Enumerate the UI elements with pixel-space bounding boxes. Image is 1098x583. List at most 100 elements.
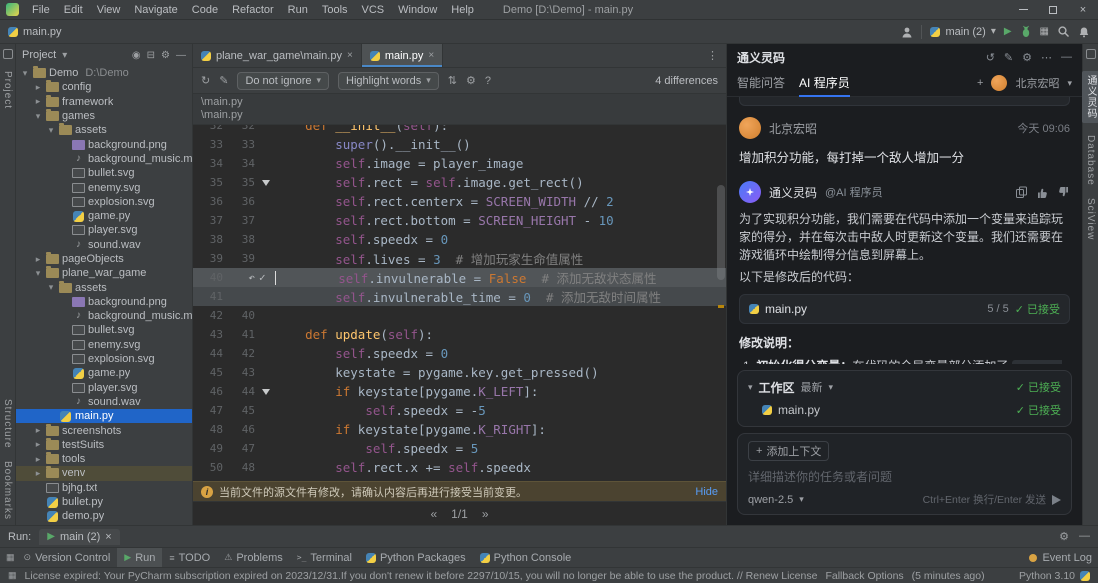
locate-file-icon[interactable]: ◉ xyxy=(132,50,141,61)
search-icon[interactable] xyxy=(1057,25,1070,38)
workspace-filter[interactable]: 最新 xyxy=(801,379,823,395)
edit-icon[interactable]: ✎ xyxy=(219,74,228,87)
help-icon[interactable]: ? xyxy=(485,75,491,87)
tree-item[interactable]: game.py xyxy=(16,209,192,223)
menu-item-view[interactable]: View xyxy=(90,0,128,20)
tree-item[interactable]: background.png xyxy=(16,295,192,309)
gear-icon[interactable]: ⚙ xyxy=(161,50,170,61)
tree-item[interactable]: bullet.svg xyxy=(16,166,192,180)
workspace-file-row[interactable]: main.py ✓已接受 xyxy=(748,401,1061,419)
tree-item[interactable]: demo.py xyxy=(16,509,192,523)
tree-item[interactable]: bullet.svg xyxy=(16,323,192,337)
chevron-right-icon[interactable]: ▸ xyxy=(33,468,43,479)
workspace-header[interactable]: ▾ 工作区 最新 ▾ ✓已接受 xyxy=(748,378,1061,396)
code-editor[interactable]: 3232 def __init__(self):3333 super().__i… xyxy=(193,125,726,481)
tree-item[interactable]: ▸screenshots xyxy=(16,423,192,437)
chevron-down-icon[interactable]: ▾ xyxy=(33,268,43,279)
fallback-options-link[interactable]: Fallback Options xyxy=(825,570,903,582)
close-tab-icon[interactable]: × xyxy=(105,531,111,543)
add-context-button[interactable]: + 添加上下文 xyxy=(748,441,829,461)
menu-item-help[interactable]: Help xyxy=(444,0,481,20)
chevron-down-icon[interactable]: ▾ xyxy=(46,125,56,136)
hide-panel-icon[interactable]: — xyxy=(176,50,186,61)
close-tab-icon[interactable]: × xyxy=(428,50,434,61)
tree-item[interactable]: player.svg xyxy=(16,381,192,395)
event-log-button[interactable]: Event Log xyxy=(1029,552,1092,564)
collapse-all-icon[interactable]: ⊟ xyxy=(147,50,155,61)
tree-item[interactable]: ▾plane_war_game xyxy=(16,266,192,280)
run-tab-main-2[interactable]: ▶ main (2) × xyxy=(39,529,119,545)
maximize-window-icon[interactable] xyxy=(1038,0,1068,19)
tool-window-button-problems[interactable]: ⚠Problems xyxy=(217,548,290,567)
tree-item[interactable]: ▸tools xyxy=(16,452,192,466)
tab-ai-programmer[interactable]: AI 程序员 xyxy=(799,69,850,97)
gear-icon[interactable]: ⚙ xyxy=(1022,51,1032,64)
menu-item-navigate[interactable]: Navigate xyxy=(127,0,184,20)
tree-item[interactable]: game.py xyxy=(16,366,192,380)
menu-item-tools[interactable]: Tools xyxy=(315,0,355,20)
changed-file-card[interactable]: main.py 5 / 5 ✓已接受 xyxy=(739,294,1070,324)
sidebar-item-project[interactable]: Project xyxy=(2,71,13,109)
run-configuration-select[interactable]: main (2) ▾ xyxy=(930,26,995,38)
grid-icon[interactable]: ▦ xyxy=(8,570,17,581)
profiler-icon[interactable]: ▦ xyxy=(1040,26,1049,37)
menu-item-code[interactable]: Code xyxy=(185,0,225,20)
copy-icon[interactable] xyxy=(1015,186,1028,199)
debug-button[interactable] xyxy=(1020,25,1032,38)
chevron-right-icon[interactable]: ▸ xyxy=(33,439,43,450)
more-icon[interactable]: ⋯ xyxy=(1041,51,1052,64)
sidebar-item-structure[interactable]: Structure xyxy=(2,399,13,449)
minimize-window-icon[interactable] xyxy=(1008,0,1038,19)
tool-window-button-python-packages[interactable]: Python Packages xyxy=(359,548,473,567)
tree-item[interactable]: ▸pageObjects xyxy=(16,252,192,266)
tool-window-button-python-console[interactable]: Python Console xyxy=(473,548,579,567)
tab-plane-war-game-main-py[interactable]: plane_war_game\main.py × xyxy=(193,44,362,67)
chevron-down-icon[interactable]: ▾ xyxy=(20,68,30,79)
chevron-right-icon[interactable]: ▸ xyxy=(33,82,43,93)
tree-item[interactable]: enemy.svg xyxy=(16,180,192,194)
tree-item[interactable]: ♪background_music.mp3 xyxy=(16,152,192,166)
tree-item[interactable]: ▸config xyxy=(16,80,192,94)
chevron-right-icon[interactable]: ▸ xyxy=(33,96,43,107)
fold-marker-icon[interactable] xyxy=(262,180,270,190)
send-button[interactable] xyxy=(1052,495,1061,505)
license-message[interactable]: License expired: Your PyCharm subscripti… xyxy=(25,570,818,582)
tool-window-switcher-icon[interactable]: ▦ xyxy=(6,552,15,563)
user-icon[interactable] xyxy=(901,26,913,38)
tree-item[interactable]: main.py xyxy=(16,409,192,423)
close-tab-icon[interactable]: × xyxy=(347,50,353,61)
menu-item-file[interactable]: File xyxy=(25,0,57,20)
tool-window-button-todo[interactable]: ≡TODO xyxy=(162,548,217,567)
editor-scrollbar[interactable] xyxy=(717,185,725,280)
tool-window-button-run[interactable]: ▶Run xyxy=(117,548,162,567)
chat-input[interactable]: 详细描述你的任务或者问题 xyxy=(748,468,1061,485)
python-interpreter[interactable]: Python 3.10 xyxy=(1019,570,1075,582)
tree-item[interactable]: ♪background_music.mp3 xyxy=(16,309,192,323)
tree-item[interactable]: ▸framework xyxy=(16,95,192,109)
tree-item[interactable]: player.svg xyxy=(16,223,192,237)
tree-item[interactable]: background.png xyxy=(16,137,192,151)
chevron-down-icon[interactable]: ▾ xyxy=(33,111,43,122)
chat-history[interactable]: 北京宏昭 今天 09:06 增加积分功能，每打掉一个敌人增加一分 通义灵码 @A… xyxy=(727,97,1082,364)
notifications-bell-icon[interactable] xyxy=(1078,26,1090,38)
tool-window-button-terminal[interactable]: >_Terminal xyxy=(290,548,359,567)
next-difference-icon[interactable]: » xyxy=(482,507,489,521)
add-icon[interactable]: + xyxy=(977,77,983,89)
tree-item[interactable]: ♪sound.wav xyxy=(16,238,192,252)
hide-warning-link[interactable]: Hide xyxy=(695,486,718,498)
tool-window-button-version-control[interactable]: ⊙Version Control xyxy=(17,548,118,567)
model-select[interactable]: qwen-2.5 xyxy=(748,494,793,506)
sidebar-item-database[interactable]: Database xyxy=(1085,135,1096,186)
tree-item[interactable]: ▸venv xyxy=(16,466,192,480)
revert-change-icon[interactable]: ↶ xyxy=(246,271,255,284)
menu-item-window[interactable]: Window xyxy=(391,0,444,20)
menu-item-vcs[interactable]: VCS xyxy=(355,0,392,20)
tree-item[interactable]: bullet.py xyxy=(16,495,192,509)
refresh-icon[interactable]: ↻ xyxy=(201,74,210,87)
profile-name[interactable]: 北京宏昭 xyxy=(1015,75,1059,91)
sidebar-item-sciview[interactable]: SciView xyxy=(1085,198,1096,240)
new-session-icon[interactable]: ✎ xyxy=(1004,51,1013,64)
tab-main-py[interactable]: main.py × xyxy=(362,44,443,67)
chevron-right-icon[interactable]: ▸ xyxy=(33,454,43,465)
previous-difference-icon[interactable]: « xyxy=(430,507,437,521)
